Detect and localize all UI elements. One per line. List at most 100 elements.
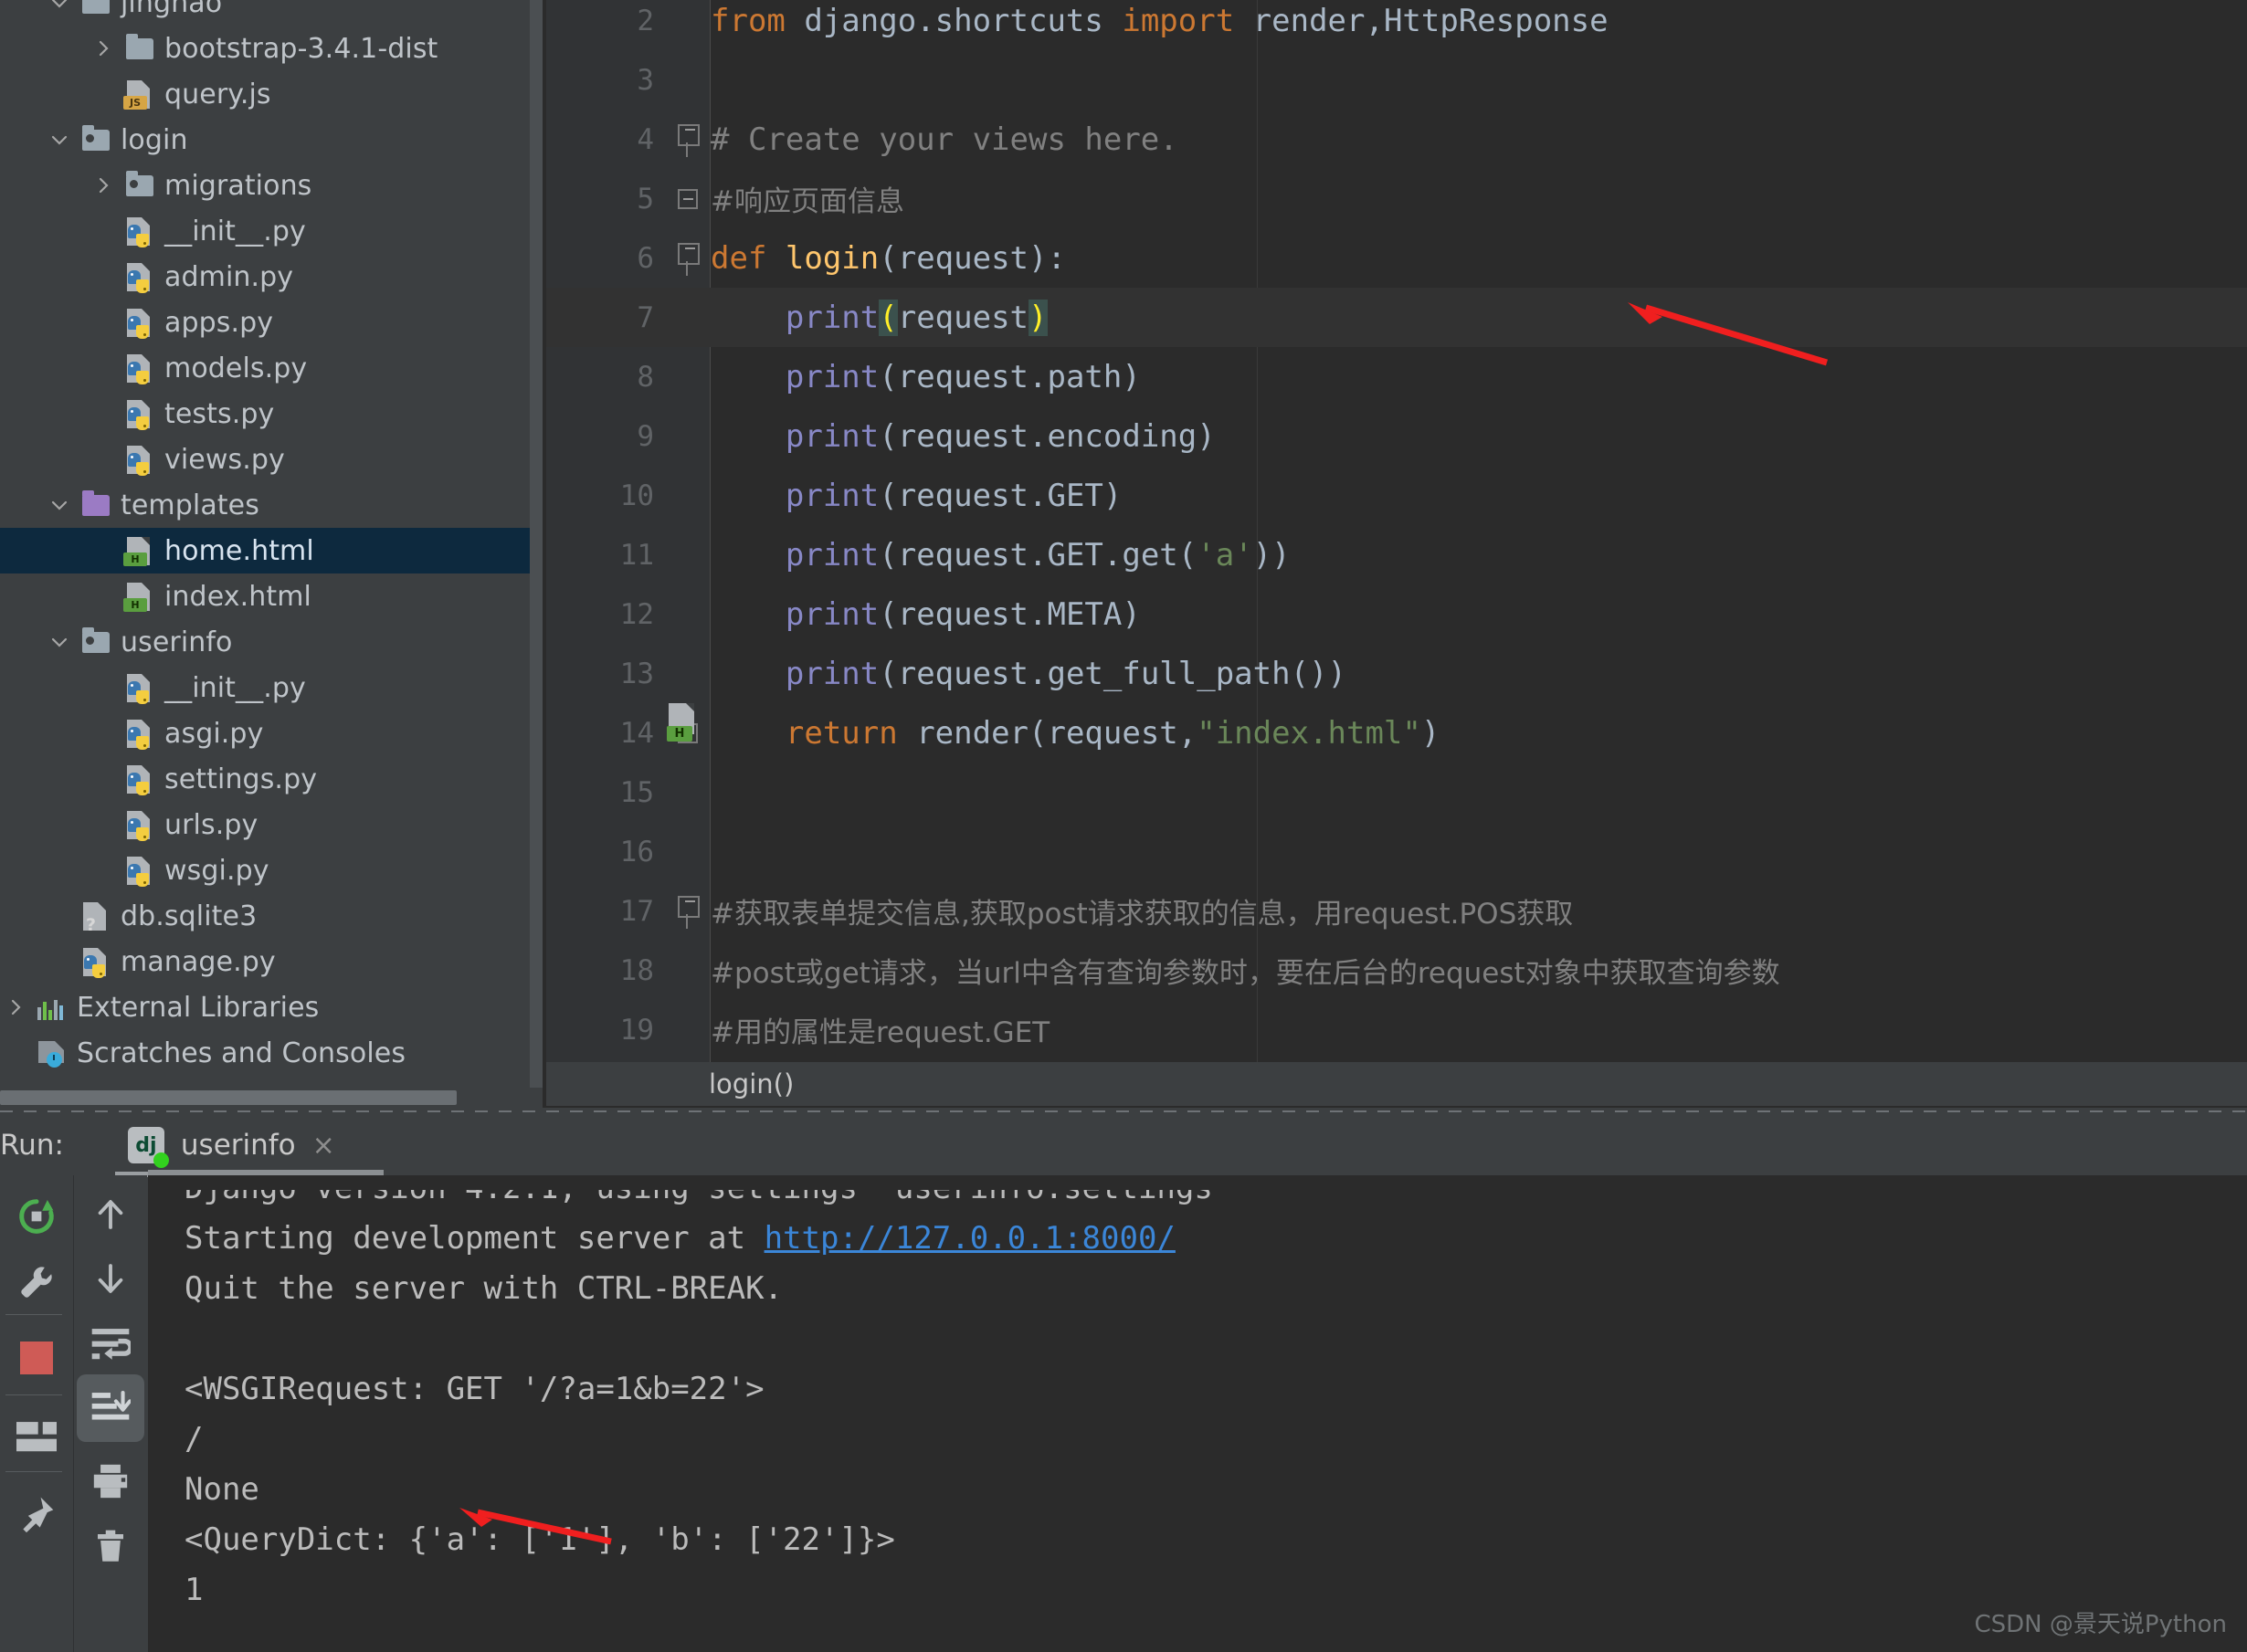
code-line-7[interactable]: 7 print(request) (546, 288, 2247, 347)
horizontal-splitter[interactable] (0, 1108, 2247, 1115)
tree-item-jinghao[interactable]: jinghao (0, 0, 543, 26)
fold-region-icon[interactable] (665, 895, 711, 929)
run-window-label: Run: (0, 1129, 64, 1162)
soft-wrap-icon[interactable] (79, 1312, 142, 1376)
scrollbar-thumb[interactable] (0, 1090, 457, 1105)
chevron-right-icon[interactable] (0, 996, 31, 1018)
code-line-18[interactable]: 18 #post或get请求，当url中含有查询参数时，要在后台的request对… (546, 941, 2247, 1000)
code-line-5[interactable]: 5 #响应页面信息 (546, 169, 2247, 228)
close-icon[interactable]: × (312, 1130, 335, 1162)
project-tree-panel[interactable]: jinghao bootstrap-3.4.1-dist JS query.js log… (0, 0, 543, 1108)
up-arrow-icon[interactable] (79, 1183, 142, 1247)
code-line-4[interactable]: 4 # Create your views here. (546, 110, 2247, 169)
tree-item--init-py[interactable]: __init__.py (0, 665, 543, 710)
console-line-text: / (185, 1421, 204, 1457)
tree-item-external-libraries[interactable]: External Libraries (0, 984, 543, 1030)
tree-item-admin-py[interactable]: admin.py (0, 254, 543, 300)
code-line-14[interactable]: 14 return render(request,"index.html") (546, 703, 2247, 763)
rerun-icon[interactable] (5, 1184, 69, 1248)
run-toolbar-secondary[interactable] (74, 1175, 147, 1652)
console-output[interactable]: Django version 4.2.1, using settings 'us… (148, 1175, 2247, 1652)
code-token: render(request, (916, 714, 1197, 752)
code-token: return (785, 714, 917, 752)
tree-item-models-py[interactable]: models.py (0, 345, 543, 391)
code-line-3[interactable]: 3 (546, 50, 2247, 110)
tree-item-apps-py[interactable]: apps.py (0, 300, 543, 345)
console-line-text: <QueryDict: {'a': ['1'], 'b': ['22']}> (185, 1521, 895, 1558)
down-arrow-icon[interactable] (79, 1247, 142, 1310)
python-file-icon (119, 806, 159, 843)
tree-item-scratches-and-consoles[interactable]: Scratches and Consoles (0, 1030, 543, 1076)
code-line-6[interactable]: 6 def login(request): (546, 228, 2247, 288)
print-icon[interactable] (79, 1449, 142, 1513)
code-editor[interactable]: 2 from django.shortcuts import render,Htt… (546, 0, 2247, 1108)
code-line-12[interactable]: 12 print(request.META) (546, 584, 2247, 644)
tree-item-settings-py[interactable]: settings.py (0, 756, 543, 802)
trash-icon[interactable] (79, 1515, 142, 1579)
tree-item-asgi-py[interactable]: asgi.py (0, 710, 543, 756)
chevron-down-icon[interactable] (44, 494, 75, 516)
run-tab-userinfo[interactable]: dj userinfo × (119, 1115, 344, 1175)
python-file-icon (119, 441, 159, 478)
pin-icon[interactable] (5, 1482, 69, 1546)
run-toolbar-primary[interactable] (0, 1175, 73, 1652)
code-line-11[interactable]: 11 print(request.GET.get('a')) (546, 525, 2247, 584)
tree-item-wsgi-py[interactable]: wsgi.py (0, 847, 543, 893)
wrench-icon[interactable] (5, 1250, 69, 1314)
tree-item-query-js[interactable]: JS query.js (0, 71, 543, 117)
project-tree-vertical-scrollbar[interactable] (530, 0, 543, 1088)
tree-item-home-html[interactable]: Hhome.html (0, 528, 543, 573)
layout-icon[interactable] (5, 1405, 69, 1469)
code-line-2[interactable]: 2 from django.shortcuts import render,Htt… (546, 0, 2247, 50)
fold-region-icon[interactable] (665, 242, 711, 276)
tree-item-label: urls.py (164, 808, 258, 841)
stop-square (20, 1342, 53, 1374)
code-line-19[interactable]: 19 #用的属性是request.GET (546, 1000, 2247, 1059)
tree-item-login[interactable]: login (0, 117, 543, 163)
fold-region-icon[interactable] (665, 123, 711, 157)
code-line-9[interactable]: 9 print(request.encoding) (546, 406, 2247, 466)
chevron-down-icon[interactable] (44, 0, 75, 14)
code-line-13[interactable]: 13 print(request.get_full_path()) (546, 644, 2247, 703)
tree-item-db-sqlite3[interactable]: ? db.sqlite3 (0, 893, 543, 939)
tree-item-migrations[interactable]: migrations (0, 163, 543, 208)
tree-item-urls-py[interactable]: urls.py (0, 802, 543, 847)
tree-item-userinfo[interactable]: userinfo (0, 619, 543, 665)
html-file-gutter-icon[interactable]: H (667, 701, 709, 743)
breadcrumb[interactable]: login() (546, 1062, 2247, 1106)
tree-item-views-py[interactable]: views.py (0, 437, 543, 482)
chevron-down-icon[interactable] (44, 631, 75, 653)
code-token: print (785, 536, 880, 573)
stop-icon[interactable] (5, 1326, 69, 1390)
line-number: 8 (637, 360, 654, 394)
running-status-dot (153, 1152, 169, 1168)
module-folder-icon (75, 624, 115, 660)
tree-item--init-py[interactable]: __init__.py (0, 208, 543, 254)
code-line-10[interactable]: 10 print(request.GET) (546, 466, 2247, 525)
chevron-down-icon[interactable] (44, 129, 75, 151)
code-token: from (711, 2, 805, 39)
chevron-right-icon[interactable] (88, 37, 119, 59)
tree-item-index-html[interactable]: Hindex.html (0, 573, 543, 619)
tree-item-bootstrap-3-4-1-dist[interactable]: bootstrap-3.4.1-dist (0, 26, 543, 71)
project-tree-horizontal-scrollbar[interactable] (0, 1088, 543, 1108)
tree-item-label: settings.py (164, 763, 318, 795)
fold-collapse-icon[interactable] (665, 188, 711, 209)
tree-item-tests-py[interactable]: tests.py (0, 391, 543, 437)
code-text: print(request.get_full_path()) (711, 656, 1346, 692)
code-line-17[interactable]: 17 #获取表单提交信息,获取post请求获取的信息，用request.POS获取 (546, 881, 2247, 941)
code-token: login (785, 239, 880, 277)
pycharm-window: jinghao bootstrap-3.4.1-dist JS query.js log… (0, 0, 2247, 1652)
console-link[interactable]: http://127.0.0.1:8000/ (765, 1220, 1176, 1257)
code-token: #post或get请求，当url中含有查询参数时，要在后台的request对象中… (711, 957, 1780, 990)
code-line-8[interactable]: 8 print(request.path) (546, 347, 2247, 406)
code-line-16[interactable]: 16 (546, 822, 2247, 881)
breadcrumb-login[interactable]: login() (709, 1068, 794, 1100)
code-line-15[interactable]: 15 (546, 763, 2247, 822)
scroll-to-end-icon[interactable] (77, 1374, 144, 1442)
tree-item-templates[interactable]: templates (0, 482, 543, 528)
tree-item-manage-py[interactable]: manage.py (0, 939, 543, 984)
chevron-right-icon[interactable] (88, 174, 119, 196)
console-line-text: Quit the server with CTRL-BREAK. (185, 1270, 784, 1307)
